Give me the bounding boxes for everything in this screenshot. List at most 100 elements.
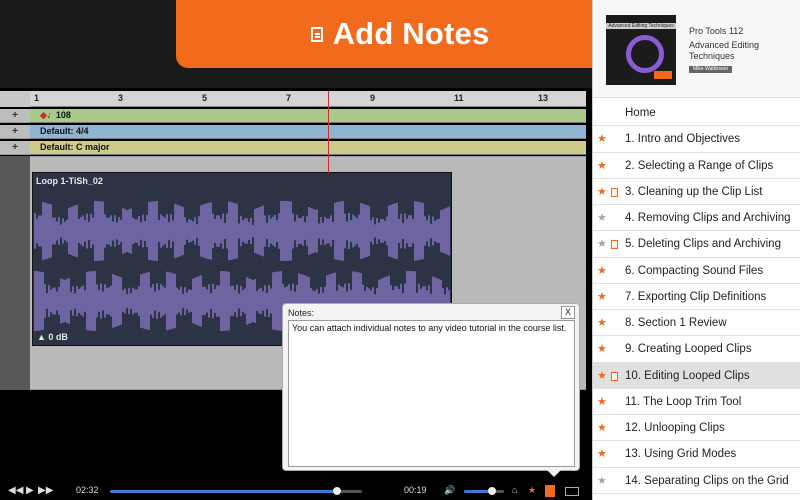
tempo-value: 108 [55,110,71,120]
notes-popup: Notes: X You can attach individual notes… [282,303,580,477]
favorite-star-icon[interactable]: ★ [528,485,536,496]
meter-lane: Default: 4/4 [30,125,586,139]
lesson-label: 12. Unlooping Clips [625,422,725,434]
favorite-star-icon[interactable]: ★ [597,441,607,467]
tempo-ruler: + ◆♩108 [0,109,586,123]
feature-banner: Add Notes [176,0,624,68]
favorite-star-icon[interactable]: ★ [597,231,607,257]
lesson-label: 3. Cleaning up the Clip List [625,185,763,198]
clip-gain: ▲ 0 dB [37,332,68,342]
notes-textarea[interactable]: You can attach individual notes to any v… [288,320,575,467]
remaining-time: 00:19 [404,485,427,495]
lesson-item[interactable]: ★ 5. Deleting Clips and Archiving [593,231,800,258]
lesson-label: 7. Exporting Clip Definitions [625,290,767,303]
bars-ruler: 1 3 5 7 9 11 13 [30,91,586,107]
ruler-gutter [0,91,30,107]
lesson-label: 5. Deleting Clips and Archiving [625,238,781,251]
home-icon[interactable]: ⌂ [512,485,517,495]
lesson-item[interactable]: ★ 14. Separating Clips on the Grid [593,468,800,494]
elapsed-time: 02:32 [76,485,99,495]
progress-bar[interactable] [110,487,362,495]
favorite-star-icon[interactable]: ★ [597,153,607,179]
progress-knob[interactable] [332,487,341,495]
lesson-item[interactable]: ★ 8. Section 1 Review [593,310,800,337]
key-add-button[interactable]: + [0,141,30,155]
lesson-label: 9. Creating Looped Clips [625,343,752,356]
course-logo [626,35,664,73]
favorite-star-icon[interactable]: ★ [597,179,607,205]
favorite-star-icon[interactable]: ★ [597,205,607,231]
ruler-tick: 1 [34,93,40,103]
lesson-item[interactable]: ★ 7. Exporting Clip Definitions [593,284,800,310]
publisher-logo [654,71,672,79]
ruler-tick: 7 [286,93,292,103]
lesson-item[interactable]: ★ 6. Compacting Sound Files [593,258,800,284]
favorite-star-icon[interactable]: ★ [597,126,607,152]
player-controls: ◀◀ ▶ ▶▶ 02:32 00:19 🔊 ⌂ ★ [0,482,592,500]
lesson-label: 2. Selecting a Range of Clips [625,159,774,172]
notes-close-button[interactable]: X [561,306,575,319]
favorite-star-icon[interactable]: ★ [597,310,607,336]
progress-fill [110,490,337,493]
key-ruler: + Default: C major [0,141,586,155]
favorite-star-icon[interactable]: ★ [597,284,607,310]
note-indicator-icon [611,240,618,250]
favorite-star-icon[interactable]: ★ [597,336,607,362]
lesson-label: Home [625,107,656,119]
lesson-item[interactable]: ★ 1. Intro and Objectives [593,126,800,153]
lesson-label: 11. The Loop Trim Tool [625,395,742,408]
note-indicator-icon [611,187,618,197]
volume-knob[interactable] [488,487,496,495]
thumbnail-title: Advanced Editing Techniques [606,23,676,29]
lesson-item[interactable]: ★ 12. Unlooping Clips [593,415,800,442]
lesson-label: 14. Separating Clips on the Grid [625,474,789,487]
playhead-line [328,91,329,173]
key-lane: Default: C major [30,141,586,155]
lesson-item[interactable]: ★ 10. Editing Looped Clips [593,362,800,389]
fullscreen-icon[interactable] [565,487,579,496]
popup-pointer [547,470,561,477]
course-header: Advanced Editing Techniques Pro Tools 11… [593,0,800,98]
notes-label: Notes: [288,308,315,318]
notes-icon[interactable] [545,485,555,497]
lesson-label: 1. Intro and Objectives [625,133,741,146]
ruler-tick: 11 [454,93,464,103]
lesson-item[interactable]: ★ 4. Removing Clips and Archiving [593,205,800,232]
home-item[interactable]: Home [593,100,800,127]
ruler-tick: 9 [370,93,376,103]
volume-slider[interactable] [464,487,504,495]
volume-icon[interactable]: 🔊 [444,485,455,496]
favorite-star-icon[interactable]: ★ [597,468,607,494]
course-title: Advanced Editing Techniques [689,40,760,61]
banner-title: Add Notes [332,16,490,51]
video-player[interactable]: 1 3 5 7 9 11 13 + ◆♩108 + Default: 4/4 +… [0,0,592,500]
favorite-star-icon[interactable]: ★ [597,363,607,389]
course-series: Pro Tools 112 [689,26,744,36]
lesson-label: 13. Using Grid Modes [625,448,737,461]
lesson-item[interactable]: ★ 11. The Loop Trim Tool [593,389,800,415]
lesson-item[interactable]: ★ 9. Creating Looped Clips [593,336,800,363]
fast-forward-icon[interactable]: ▶▶ [38,485,53,496]
lesson-item[interactable]: ★ 2. Selecting a Range of Clips [593,153,800,179]
tempo-add-button[interactable]: + [0,109,30,123]
rewind-icon[interactable]: ◀◀ [8,485,23,496]
course-sidebar: Advanced Editing Techniques Pro Tools 11… [592,0,800,500]
meter-ruler: + Default: 4/4 [0,125,586,139]
waveform-channel [34,201,450,261]
tempo-marker-icon: ◆ [40,110,47,120]
tempo-lane: ◆♩108 [30,109,586,123]
favorite-star-icon[interactable]: ★ [597,415,607,441]
play-icon[interactable]: ▶ [26,485,34,496]
course-thumbnail: Advanced Editing Techniques [606,15,676,85]
lesson-item[interactable]: ★ 3. Cleaning up the Clip List [593,179,800,205]
ruler-tick: 5 [202,93,208,103]
meter-add-button[interactable]: + [0,125,30,139]
document-icon [310,26,323,42]
clip-gain-value: 0 dB [48,332,68,342]
ruler-tick: 3 [118,93,124,103]
ruler-tick: 13 [538,93,549,103]
favorite-star-icon[interactable]: ★ [597,258,607,284]
author-badge: Mike Watkinson [689,66,733,73]
favorite-star-icon[interactable]: ★ [597,389,607,415]
lesson-item[interactable]: ★ 13. Using Grid Modes [593,441,800,468]
